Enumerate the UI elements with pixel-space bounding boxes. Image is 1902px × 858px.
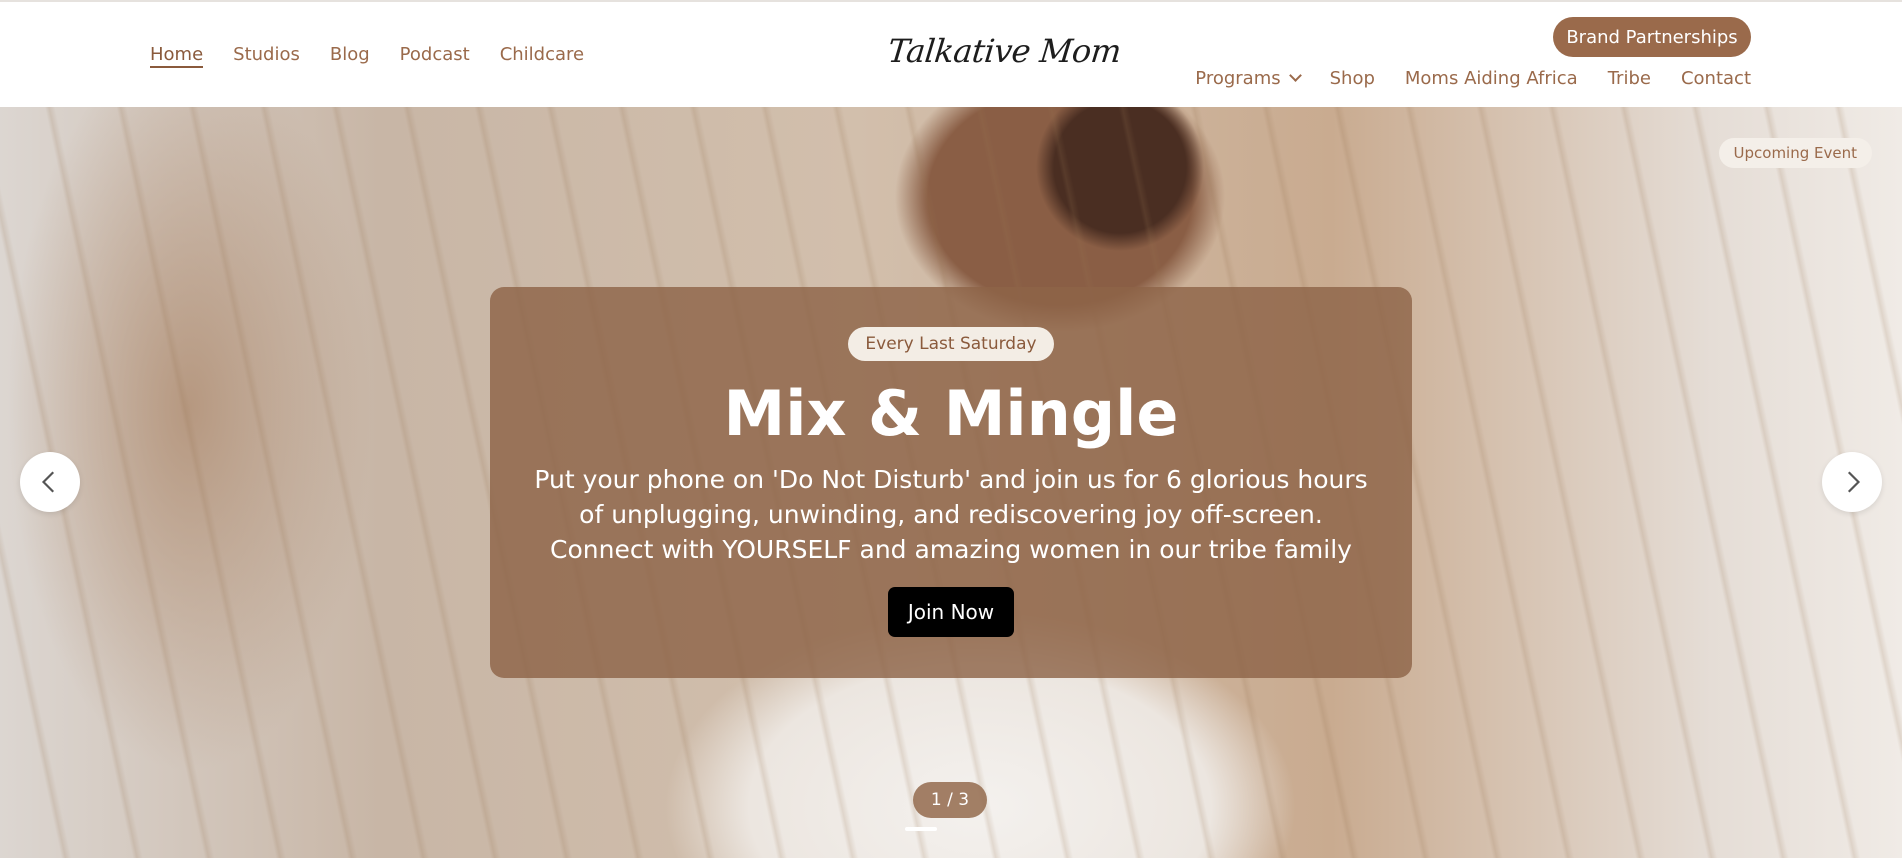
chevron-right-icon <box>1847 471 1861 493</box>
nav-shop[interactable]: Shop <box>1330 68 1375 89</box>
site-logo[interactable]: Talkative Mom <box>886 32 1123 70</box>
site-header: Home Studios Blog Podcast Childcare Talk… <box>0 2 1902 107</box>
nav-programs-dropdown[interactable]: Programs <box>1195 68 1302 89</box>
nav-home[interactable]: Home <box>150 44 204 68</box>
prev-slide-button[interactable] <box>20 452 80 512</box>
nav-studios[interactable]: Studios <box>233 44 300 68</box>
nav-childcare[interactable]: Childcare <box>500 44 584 68</box>
event-schedule-pill: Every Last Saturday <box>848 327 1054 361</box>
nav-moms-aiding-africa[interactable]: Moms Aiding Africa <box>1405 68 1578 89</box>
event-card: Every Last Saturday Mix & Mingle Put you… <box>490 287 1412 678</box>
brand-partnerships-button[interactable]: Brand Partnerships <box>1553 17 1751 57</box>
nav-programs-label: Programs <box>1195 68 1281 89</box>
join-now-button[interactable]: Join Now <box>888 587 1014 637</box>
next-slide-button[interactable] <box>1822 452 1882 512</box>
chevron-left-icon <box>41 471 55 493</box>
slide-counter: 1 / 3 <box>913 782 987 818</box>
slide-dot-1[interactable] <box>905 827 937 831</box>
event-title: Mix & Mingle <box>723 377 1179 450</box>
nav-podcast[interactable]: Podcast <box>400 44 470 68</box>
secondary-nav: Programs Shop Moms Aiding Africa Tribe C… <box>1195 68 1751 89</box>
event-description: Put your phone on 'Do Not Disturb' and j… <box>534 465 1368 564</box>
nav-contact[interactable]: Contact <box>1681 68 1751 89</box>
hero-slider: Upcoming Event Every Last Saturday Mix &… <box>0 107 1902 858</box>
nav-tribe[interactable]: Tribe <box>1608 68 1651 89</box>
primary-nav: Home Studios Blog Podcast Childcare <box>150 44 584 68</box>
chevron-down-icon <box>1288 69 1302 82</box>
slide-indicators <box>905 827 937 831</box>
upcoming-event-badge: Upcoming Event <box>1718 138 1872 168</box>
nav-blog[interactable]: Blog <box>330 44 370 68</box>
